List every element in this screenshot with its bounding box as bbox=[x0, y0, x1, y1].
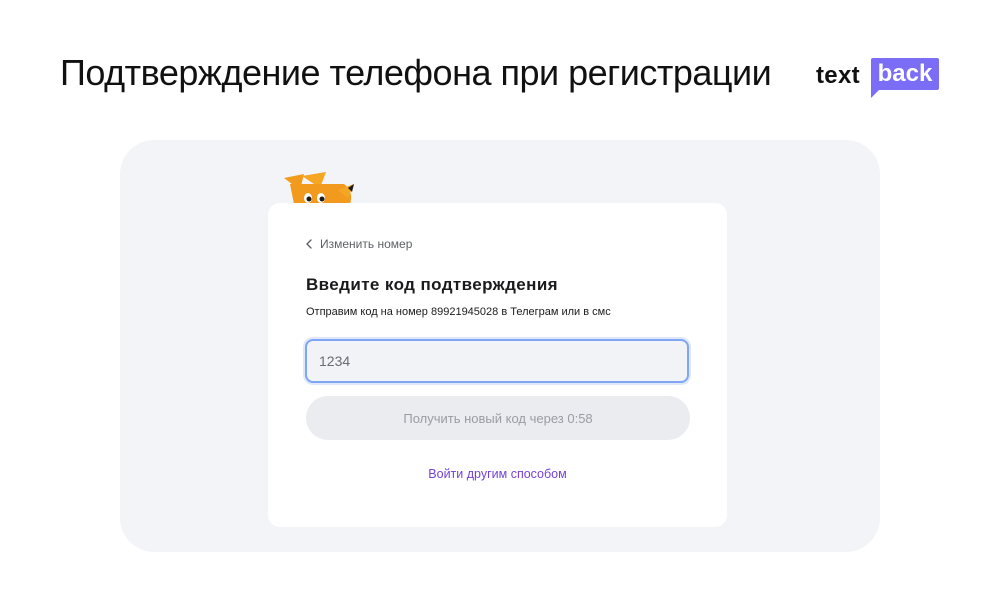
alternative-login-link[interactable]: Войти другим способом bbox=[268, 467, 727, 481]
slide-title: Подтверждение телефона при регистрации bbox=[60, 52, 772, 93]
verification-card: Изменить номер Введите код подтверждения… bbox=[268, 203, 727, 527]
logo-text: text bbox=[816, 62, 860, 89]
change-number-label: Изменить номер bbox=[320, 237, 413, 251]
resend-code-button[interactable]: Получить новый код через 0:58 bbox=[306, 396, 690, 440]
chevron-left-icon bbox=[306, 239, 312, 249]
verification-code-input[interactable] bbox=[305, 339, 689, 383]
logo-box: back bbox=[871, 58, 939, 90]
card-subtitle: Отправим код на номер 89921945028 в Теле… bbox=[306, 306, 611, 318]
logo-bubble-tail-icon bbox=[871, 88, 881, 98]
change-number-link[interactable]: Изменить номер bbox=[306, 237, 412, 251]
card-title: Введите код подтверждения bbox=[306, 275, 558, 294]
